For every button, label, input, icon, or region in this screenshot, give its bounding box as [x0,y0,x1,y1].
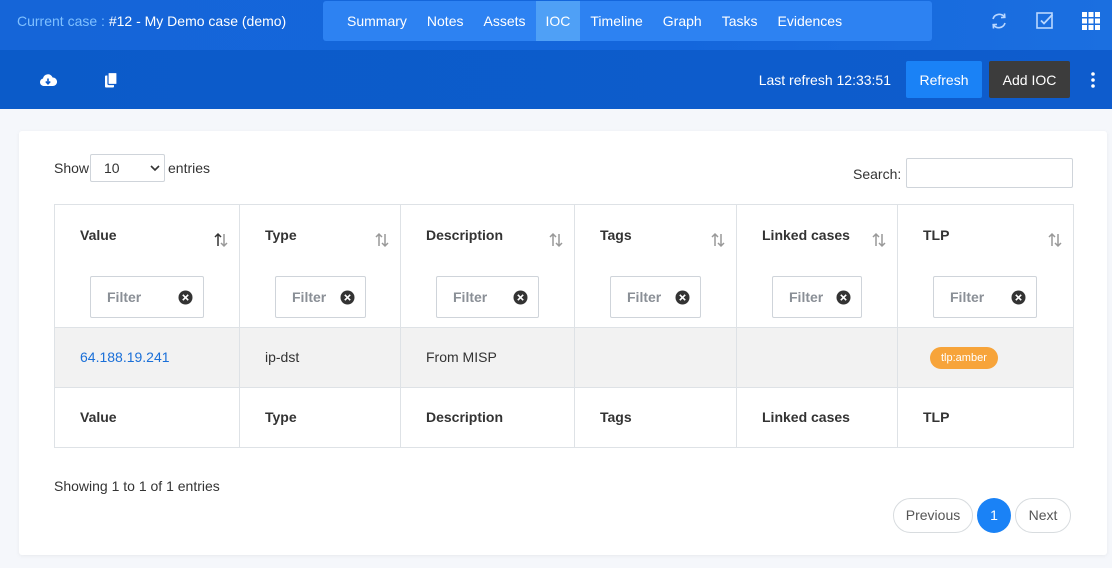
filter-placeholder: Filter [627,289,662,305]
sort-icon[interactable] [1047,232,1063,248]
sort-icon[interactable] [548,232,564,248]
ioc-toolbar: Last refresh 12:33:51 Refresh Add IOC [0,50,1112,109]
column-label: Linked cases [762,409,850,425]
search-label: Search: [853,166,902,182]
previous-page-button[interactable]: Previous [893,498,973,533]
case-nav: Summary Notes Assets IOC Timeline Graph … [323,1,932,41]
filter-input-tlp[interactable]: Filter [933,276,1037,318]
cell-tlp: tlp:amber [897,327,1074,388]
page-length-value: 10 [104,160,120,176]
filter-input-value[interactable]: Filter [90,276,204,318]
table-header-row: Value Filter Type Filter Description Fil… [54,204,1074,328]
cell-type: ip-dst [239,327,401,388]
footer-column-type: Type [239,387,401,448]
sort-icon[interactable] [710,232,726,248]
sort-icon[interactable] [374,232,390,248]
filter-input-linked-cases[interactable]: Filter [772,276,862,318]
current-case-label: Current case : #12 - My Demo case (demo) [17,13,286,29]
tab-timeline[interactable]: Timeline [580,1,652,41]
footer-column-linked-cases: Linked cases [736,387,898,448]
copy-icon[interactable] [102,71,120,89]
column-label: Value [80,227,117,243]
column-label: Type [265,227,297,243]
column-label: Description [426,409,504,425]
refresh-cycle-icon[interactable] [989,11,1009,31]
chevron-down-icon [150,165,160,172]
current-case-prefix: Current case : [17,13,105,29]
clear-filter-icon[interactable] [675,290,690,305]
column-header-tags[interactable]: Tags Filter [574,204,737,328]
filter-placeholder: Filter [453,289,488,305]
ioc-table: Value Filter Type Filter Description Fil… [54,204,1074,448]
tab-evidences[interactable]: Evidences [768,1,853,41]
column-label: Value [80,409,117,425]
footer-column-description: Description [400,387,575,448]
column-header-tlp[interactable]: TLP Filter [897,204,1074,328]
entries-label: entries [168,160,211,176]
column-label: Type [265,409,297,425]
column-label: TLP [923,409,950,425]
clear-filter-icon[interactable] [836,290,851,305]
search-input[interactable] [906,158,1073,188]
column-header-description[interactable]: Description Filter [400,204,575,328]
filter-input-tags[interactable]: Filter [610,276,701,318]
footer-column-tags: Tags [574,387,737,448]
table-info: Showing 1 to 1 of 1 entries [54,478,220,494]
filter-input-description[interactable]: Filter [436,276,539,318]
last-refresh-text: Last refresh 12:33:51 [758,72,891,88]
cell-linked-cases [736,327,898,388]
filter-input-type[interactable]: Filter [275,276,366,318]
next-page-button[interactable]: Next [1015,498,1071,533]
checkbox-icon[interactable] [1035,11,1055,31]
clear-filter-icon[interactable] [1011,290,1026,305]
tab-ioc[interactable]: IOC [535,1,581,41]
sort-ascending-icon[interactable] [213,232,229,248]
clear-filter-icon[interactable] [513,290,528,305]
ioc-type: ip-dst [265,349,300,365]
clear-filter-icon[interactable] [340,290,355,305]
filter-placeholder: Filter [950,289,985,305]
kebab-menu-icon[interactable] [1086,70,1100,90]
ioc-value-link[interactable]: 64.188.19.241 [80,349,170,365]
tab-tasks[interactable]: Tasks [712,1,768,41]
show-label: Show [54,160,90,176]
ioc-description: From MISP [426,349,497,365]
filter-placeholder: Filter [292,289,327,305]
filter-placeholder: Filter [107,289,142,305]
footer-column-value: Value [54,387,240,448]
cell-value: 64.188.19.241 [54,327,240,388]
cloud-download-icon[interactable] [39,71,57,89]
add-ioc-button[interactable]: Add IOC [989,61,1070,98]
sort-icon[interactable] [871,232,887,248]
clear-filter-icon[interactable] [178,290,193,305]
apps-grid-icon[interactable] [1081,11,1101,31]
table-row[interactable]: 64.188.19.241 ip-dst From MISP tlp:amber [54,327,1074,388]
column-label: Description [426,227,504,243]
column-label: Tags [600,409,632,425]
column-header-value[interactable]: Value Filter [54,204,240,328]
column-label: TLP [923,227,950,243]
tlp-badge: tlp:amber [930,347,998,369]
cell-description: From MISP [400,327,575,388]
footer-column-tlp: TLP [897,387,1074,448]
filter-placeholder: Filter [789,289,824,305]
column-header-type[interactable]: Type Filter [239,204,401,328]
top-header: Current case : #12 - My Demo case (demo)… [0,0,1112,50]
refresh-button[interactable]: Refresh [906,61,982,98]
page-1-button[interactable]: 1 [977,498,1011,533]
tab-graph[interactable]: Graph [653,1,712,41]
tab-assets[interactable]: Assets [473,1,535,41]
column-header-linked-cases[interactable]: Linked cases Filter [736,204,898,328]
tab-notes[interactable]: Notes [417,1,474,41]
column-label: Tags [600,227,632,243]
page-length-select[interactable]: 10 [90,154,165,182]
current-case-title[interactable]: #12 - My Demo case (demo) [109,13,286,29]
tab-summary[interactable]: Summary [337,1,417,41]
column-label: Linked cases [762,227,850,243]
table-footer-row: Value Type Description Tags Linked cases… [54,387,1074,448]
cell-tags [574,327,737,388]
